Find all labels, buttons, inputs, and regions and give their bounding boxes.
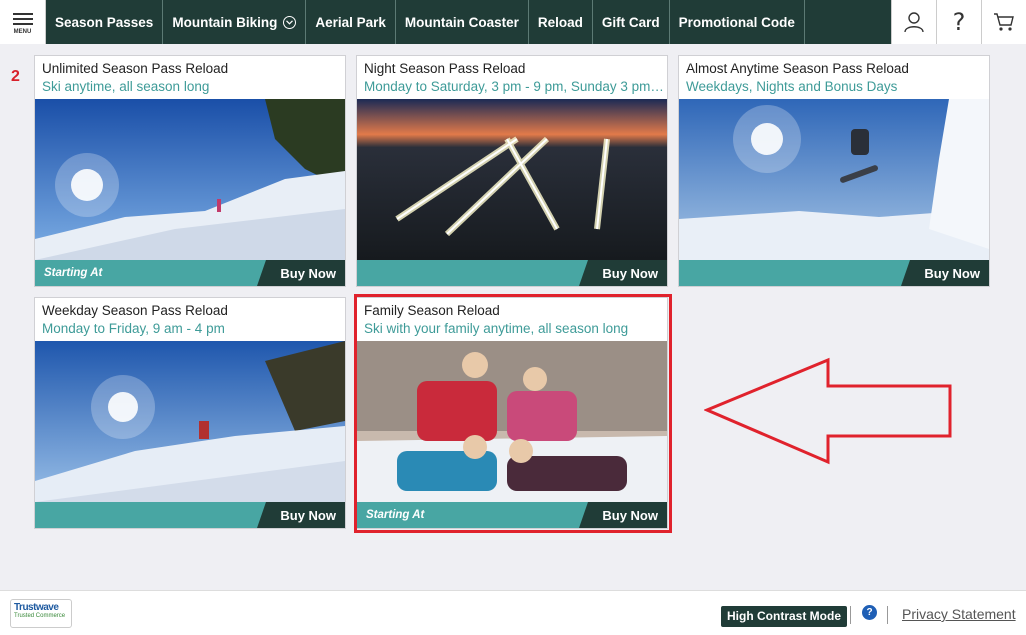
nav-aerial-park[interactable]: Aerial Park (306, 0, 396, 44)
nav-mountain-biking[interactable]: Mountain Biking (163, 0, 307, 44)
card-image-ski-slope[interactable] (35, 99, 345, 260)
chevron-down-icon (283, 15, 297, 29)
step-number: 2 (11, 68, 20, 85)
trustwave-sub: Trusted Commerce (14, 613, 66, 619)
menu-button[interactable]: MENU (0, 0, 46, 44)
nav-promotional-code[interactable]: Promotional Code (670, 0, 805, 44)
cart-icon[interactable] (981, 0, 1026, 44)
card-title: Weekday Season Pass Reload (42, 303, 228, 318)
nav-reload[interactable]: Reload (529, 0, 593, 44)
nav-mountain-coaster[interactable]: Mountain Coaster (396, 0, 529, 44)
buy-now-button[interactable]: Buy Now (901, 260, 989, 286)
card-footer-bar: Starting At Buy Now (35, 260, 345, 286)
nav-mountain-biking-label: Mountain Biking (172, 14, 278, 30)
card-image-skier[interactable] (35, 341, 345, 502)
high-contrast-button[interactable]: High Contrast Mode (721, 606, 847, 627)
footer: Trustwave Trusted Commerce High Contrast… (0, 590, 1026, 635)
trustwave-badge[interactable]: Trustwave Trusted Commerce (10, 599, 72, 628)
trustwave-name: Trustwave (14, 602, 59, 613)
red-arrow-icon (704, 357, 952, 465)
privacy-statement-link[interactable]: Privacy Statement (902, 606, 1016, 622)
starting-at-label: Starting At (44, 267, 103, 279)
menu-label: MENU (13, 28, 32, 35)
card-title: Night Season Pass Reload (364, 61, 526, 76)
card-subtitle: Monday to Saturday, 3 pm - 9 pm, Sunday … (364, 79, 664, 94)
card-subtitle: Weekdays, Nights and Bonus Days (686, 79, 898, 94)
card-subtitle: Monday to Friday, 9 am - 4 pm (42, 321, 225, 336)
card-footer-bar: Buy Now (357, 260, 667, 286)
card-night-season-pass[interactable]: Night Season Pass Reload Monday to Satur… (356, 55, 668, 287)
buy-now-button[interactable]: Buy Now (579, 260, 667, 286)
nav-season-passes[interactable]: Season Passes (46, 0, 164, 44)
card-unlimited-season-pass[interactable]: Unlimited Season Pass Reload Ski anytime… (34, 55, 346, 287)
card-title: Unlimited Season Pass Reload (42, 61, 229, 76)
buy-now-button[interactable]: Buy Now (257, 260, 345, 286)
help-circle-icon[interactable]: ? (862, 605, 877, 620)
user-icon[interactable] (891, 0, 936, 44)
card-almost-anytime-pass[interactable]: Almost Anytime Season Pass Reload Weekda… (678, 55, 990, 287)
card-image-snowboarder[interactable] (679, 99, 989, 260)
hamburger-icon (12, 10, 33, 28)
top-nav: MENU Season Passes Mountain Biking Aeria… (0, 0, 1026, 44)
card-subtitle: Ski anytime, all season long (42, 79, 210, 94)
divider (887, 606, 888, 624)
card-weekday-season-pass[interactable]: Weekday Season Pass Reload Monday to Fri… (34, 297, 346, 529)
buy-now-button[interactable]: Buy Now (257, 502, 345, 528)
divider (850, 606, 851, 624)
nav-gift-card[interactable]: Gift Card (593, 0, 670, 44)
card-title: Almost Anytime Season Pass Reload (686, 61, 909, 76)
card-footer-bar: Buy Now (35, 502, 345, 528)
card-footer-bar: Buy Now (679, 260, 989, 286)
help-icon[interactable]: ? (936, 0, 981, 44)
card-image-night-slopes[interactable] (357, 99, 667, 260)
highlight-box (354, 294, 672, 533)
